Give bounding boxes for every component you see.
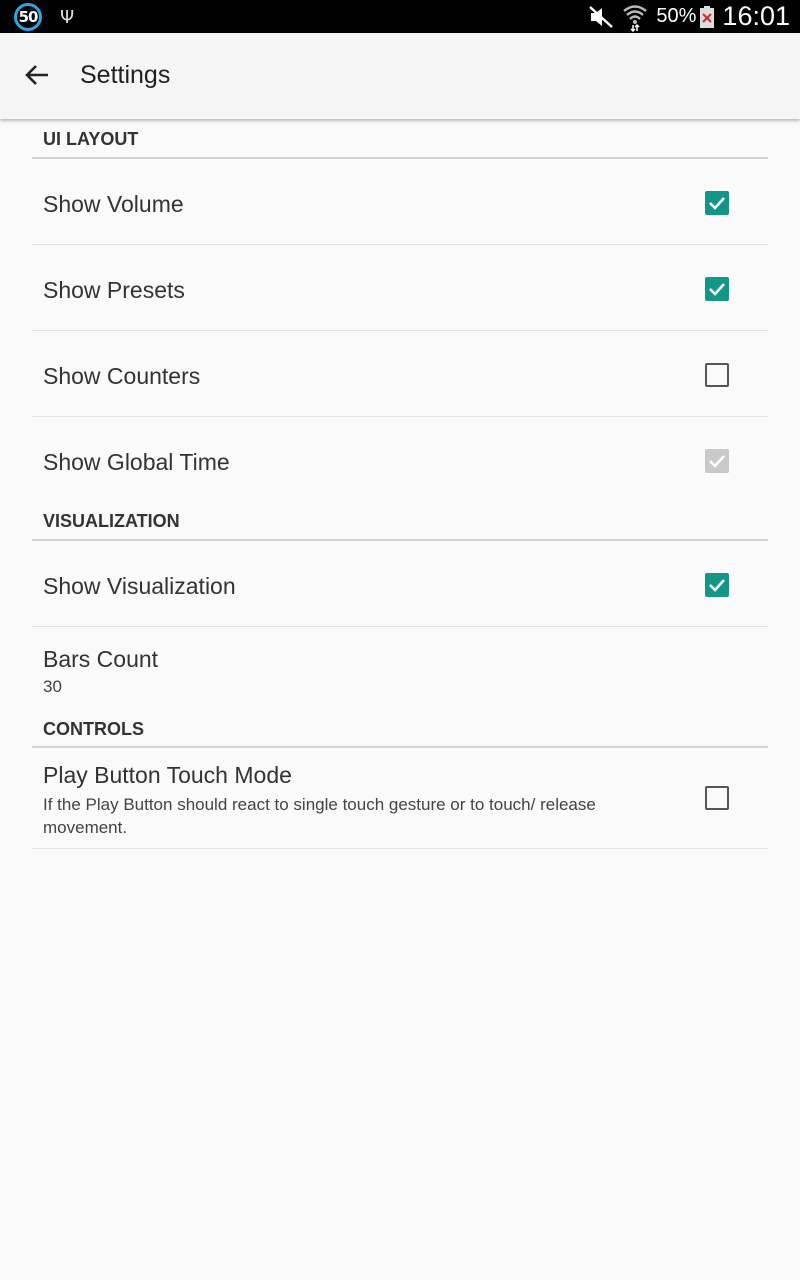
pref-title: Show Visualization <box>43 573 236 599</box>
pref-play-button-touch-mode[interactable]: Play Button Touch Mode If the Play Butto… <box>32 748 768 849</box>
pref-show-visualization[interactable]: Show Visualization <box>32 541 768 627</box>
pref-show-global-time[interactable]: Show Global Time <box>32 417 768 501</box>
pref-title: Show Counters <box>43 363 201 389</box>
battery-icon <box>700 5 715 28</box>
usb-icon: Ψ <box>60 6 75 28</box>
pref-bars-count[interactable]: Bars Count 30 <box>32 627 768 715</box>
pref-title: Show Volume <box>43 191 184 217</box>
clock: 16:01 <box>722 1 790 31</box>
pref-title: Bars Count <box>43 646 159 672</box>
checkbox-show-counters[interactable] <box>705 363 729 387</box>
check-icon <box>709 197 725 210</box>
settings-list: UI LAYOUT Show Volume Show Presets Show … <box>32 119 768 849</box>
checkbox-show-global-time[interactable] <box>705 449 729 473</box>
arrow-back-icon <box>25 65 48 85</box>
app-bar: Settings <box>0 33 800 119</box>
pref-title: Show Global Time <box>43 449 230 475</box>
pref-summary: If the Play Button should react to singl… <box>43 795 596 837</box>
checkbox-show-visualization[interactable] <box>705 573 729 597</box>
check-icon <box>709 455 725 468</box>
pref-show-counters[interactable]: Show Counters <box>32 331 768 417</box>
notification-badge: 50 <box>14 3 42 31</box>
battery-percent: 50% <box>656 5 697 27</box>
page-title: Settings <box>80 61 171 89</box>
mute-icon <box>589 5 614 28</box>
status-bar: 50 Ψ 50% 16:01 <box>0 0 800 33</box>
pref-show-volume[interactable]: Show Volume <box>32 159 768 245</box>
category-controls: CONTROLS <box>32 715 768 748</box>
back-button[interactable] <box>20 58 54 92</box>
pref-title: Play Button Touch Mode <box>43 762 292 788</box>
check-icon <box>709 579 725 592</box>
category-ui-layout: UI LAYOUT <box>32 119 768 159</box>
wifi-icon <box>623 4 648 32</box>
pref-summary: 30 <box>43 677 62 696</box>
checkbox-show-presets[interactable] <box>705 277 729 301</box>
check-icon <box>709 283 725 296</box>
checkbox-play-button-touch-mode[interactable] <box>705 786 729 810</box>
checkbox-show-volume[interactable] <box>705 191 729 215</box>
pref-title: Show Presets <box>43 277 185 303</box>
category-visualization: VISUALIZATION <box>32 501 768 541</box>
pref-show-presets[interactable]: Show Presets <box>32 245 768 331</box>
